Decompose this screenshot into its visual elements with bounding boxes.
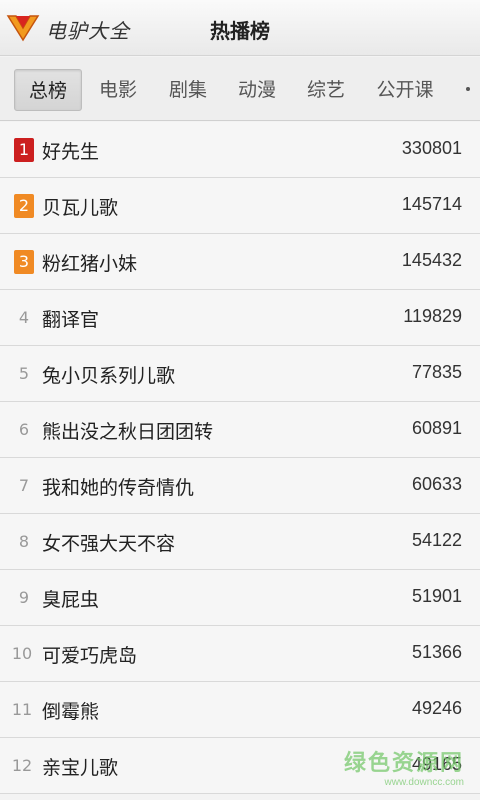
page-title: 热播榜 [0,15,480,44]
rank-number: 4 [18,308,30,327]
item-count: 330801 [401,138,462,158]
item-title: 我和她的传奇情仇 [42,477,195,499]
rank-number: 10 [11,644,33,663]
list-item[interactable]: 2 贝瓦儿歌 145714 [0,178,480,234]
watermark-url: www.downcc.com [384,777,464,788]
rank-badge: 3 [14,250,34,274]
category-tabs: 总榜 电影 剧集 动漫 综艺 公开课 [0,57,480,121]
item-count: 51366 [411,642,462,662]
item-count: 60633 [411,474,462,494]
watermark-text: 绿色资源网 [343,751,464,776]
rank-number: 8 [18,532,30,551]
item-title: 翻译官 [42,309,100,331]
tab-variety[interactable]: 综艺 [294,69,358,111]
rank-number: 11 [11,700,33,719]
rank-number: 12 [11,756,33,775]
list-item[interactable]: 3 粉红猪小妹 145432 [0,234,480,290]
list-item[interactable]: 11 倒霉熊 49246 [0,682,480,738]
tab-movie[interactable]: 电影 [86,69,150,111]
item-count: 145432 [401,250,462,270]
tab-series[interactable]: 剧集 [156,69,220,111]
list-item[interactable]: 5 兔小贝系列儿歌 77835 [0,346,480,402]
tab-all[interactable]: 总榜 [14,69,82,111]
list-item[interactable]: 6 熊出没之秋日团团转 60891 [0,402,480,458]
item-title: 可爱巧虎岛 [42,645,138,667]
item-title: 粉红猪小妹 [42,253,138,275]
rank-number: 6 [18,420,30,439]
item-count: 51901 [411,586,462,606]
list-item[interactable]: 8 女不强大天不容 54122 [0,514,480,570]
page-title-text: 热播榜 [210,19,270,43]
more-tabs-indicator[interactable] [466,87,470,91]
item-title: 熊出没之秋日团团转 [42,421,214,443]
list-item[interactable]: 1 好先生 330801 [0,122,480,178]
item-title: 臭屁虫 [42,589,100,611]
list-item[interactable]: 9 臭屁虫 51901 [0,570,480,626]
item-title: 好先生 [42,141,100,163]
item-title: 兔小贝系列儿歌 [42,365,176,387]
list-item[interactable]: 10 可爱巧虎岛 51366 [0,626,480,682]
rank-badge: 1 [14,138,34,162]
item-count: 77835 [411,362,462,382]
item-count: 119829 [403,306,462,326]
item-count: 49246 [411,698,462,718]
app-header: 电驴大全 热播榜 [0,0,480,56]
item-title: 贝瓦儿歌 [42,197,119,219]
tab-anime[interactable]: 动漫 [225,69,289,111]
item-count: 54122 [411,530,462,550]
list-item[interactable]: 7 我和她的传奇情仇 60633 [0,458,480,514]
watermark: 绿色资源网 www.downcc.com [344,745,464,788]
item-title: 倒霉熊 [42,701,100,723]
item-count: 60891 [411,418,462,438]
list-item[interactable]: 4 翻译官 119829 [0,290,480,346]
rank-badge: 2 [14,194,34,218]
rank-number: 9 [18,588,30,607]
rank-number: 5 [18,364,30,383]
tab-open-course[interactable]: 公开课 [366,69,444,111]
rank-number: 7 [18,476,30,495]
item-count: 145714 [401,194,462,214]
item-title: 女不强大天不容 [42,533,176,555]
item-title: 亲宝儿歌 [42,757,119,779]
